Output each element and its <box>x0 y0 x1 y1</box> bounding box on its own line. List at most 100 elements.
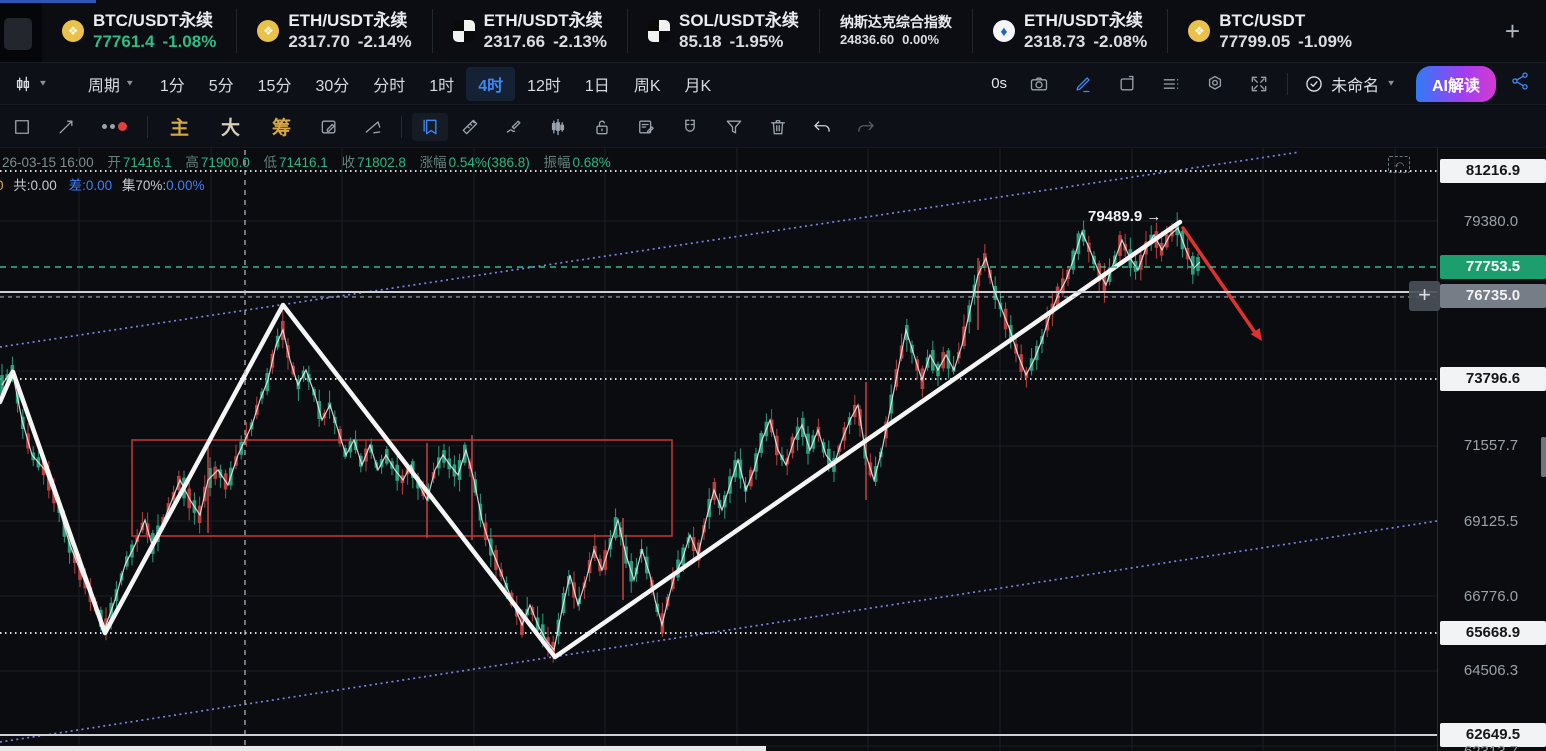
crosshair-plus-button[interactable]: + <box>1409 281 1440 311</box>
period-label: 周期 <box>88 72 120 96</box>
undo-icon[interactable] <box>800 117 844 137</box>
new-pane-icon[interactable] <box>1105 74 1149 94</box>
share-icon[interactable] <box>1506 71 1546 96</box>
add-ticker-button[interactable]: + <box>1493 16 1546 47</box>
chevron-down-icon: ▼ <box>1386 79 1396 88</box>
note-edit-icon[interactable] <box>624 117 668 137</box>
axis-label-71557.7: 71557.7 <box>1438 434 1544 458</box>
big-chart-tab[interactable]: 大 <box>205 113 256 140</box>
ticker-change: -1.09% <box>1298 32 1352 51</box>
ticker-price: 2318.73 <box>1024 32 1085 51</box>
fullscreen-icon[interactable] <box>1237 74 1281 94</box>
ticker-change: 0.00% <box>902 32 939 47</box>
redo-icon[interactable] <box>844 117 888 137</box>
open-value: 71416.1 <box>123 155 172 170</box>
ticker-price: 2317.70 <box>288 32 349 51</box>
period-dropdown[interactable]: 周期 ▼ <box>75 72 148 96</box>
bookmark-icon[interactable] <box>412 113 448 141</box>
brush-tool-icon[interactable] <box>88 122 141 131</box>
ticker-name: ETH/USDT永续 <box>288 10 411 31</box>
okx-icon <box>453 20 475 42</box>
trash-icon[interactable] <box>756 117 800 137</box>
settings-gear-icon[interactable] <box>1193 74 1237 94</box>
ticker-change: -2.08% <box>1093 32 1147 51</box>
candle-countdown: 0s <box>981 75 1017 92</box>
candle-pattern-icon[interactable] <box>536 117 580 137</box>
ticker-name: 纳斯达克综合指数 <box>840 14 952 32</box>
rectangle-tool-icon[interactable] <box>0 117 44 137</box>
cursor-cross-icon[interactable] <box>351 117 395 137</box>
timeframe-周K[interactable]: 周K <box>622 67 673 101</box>
timeframe-1分[interactable]: 1分 <box>148 67 197 101</box>
chart-toolbar: ▼ 周期 ▼ 1分5分15分30分分时1时4时12时1日周K月K 0s 未命名 … <box>0 62 1546 105</box>
ticker-price: 77761.4 <box>93 32 154 51</box>
layout-name: 未命名 <box>1331 72 1379 96</box>
ticker-item[interactable]: ETH/USDT永续2317.66-2.13% <box>432 9 627 53</box>
timeframe-4时[interactable]: 4时 <box>466 67 515 101</box>
peak-price-annotation: 79489.9 → <box>1088 208 1161 225</box>
indicator-list-icon[interactable] <box>1149 74 1193 94</box>
ticker-item[interactable]: ❖BTC/USDT77799.05-1.09% <box>1167 9 1372 53</box>
timeframe-15分[interactable]: 15分 <box>246 67 304 101</box>
binance-coin-icon: ❖ <box>1188 20 1210 42</box>
trendline-tool-icon[interactable] <box>44 117 88 137</box>
ticker-price: 24836.60 <box>840 32 894 47</box>
edit-square-icon[interactable] <box>307 117 351 137</box>
ticker-name: ETH/USDT永续 <box>484 10 607 31</box>
timeframe-12时[interactable]: 12时 <box>515 67 573 101</box>
huobi-icon: ♦ <box>993 20 1015 42</box>
camera-icon[interactable] <box>1017 74 1061 94</box>
ticker-list: ❖BTC/USDT永续77761.4-1.08%❖ETH/USDT永续2317.… <box>42 0 1493 62</box>
timeframe-list: 1分5分15分30分分时1时4时12时1日周K月K <box>148 62 723 105</box>
ticker-price: 85.18 <box>679 32 722 51</box>
close-value: 71802.8 <box>357 155 406 170</box>
high-value: 71900.0 <box>201 155 250 170</box>
red-dot <box>118 122 127 131</box>
timeframe-30分[interactable]: 30分 <box>303 67 361 101</box>
timeframe-月K[interactable]: 月K <box>673 67 724 101</box>
lock-open-icon[interactable] <box>580 117 624 137</box>
ticker-change: -2.13% <box>553 32 607 51</box>
candlestick-chart <box>0 148 1546 751</box>
draw-pencil-icon[interactable] <box>1061 74 1105 94</box>
axis-scrollbar[interactable] <box>1541 437 1546 477</box>
binance-coin-icon: ❖ <box>62 20 84 42</box>
divider <box>401 116 402 138</box>
chart-area[interactable]: 26-03-15 16:00 开71416.1 高71900.0 低71416.… <box>0 148 1546 751</box>
restore-view-icon[interactable]: ⤺ <box>1388 156 1410 173</box>
ticker-item[interactable]: SOL/USDT永续85.18-1.95% <box>627 9 819 53</box>
volume-readout: 0 共:0.00 差:0.00 集70%:0.00% <box>0 174 204 194</box>
timeframe-分时[interactable]: 分时 <box>361 67 417 101</box>
ticker-item[interactable]: ❖ETH/USDT永续2317.70-2.14% <box>236 9 431 53</box>
chart-type-selector[interactable]: ▼ <box>0 74 61 94</box>
ticker-change: -1.95% <box>730 32 784 51</box>
sidebar-sliver <box>0 0 42 62</box>
filter-funnel-icon[interactable] <box>712 117 756 137</box>
ticker-change: -2.14% <box>358 32 412 51</box>
timeframe-1时[interactable]: 1时 <box>417 67 466 101</box>
timeframe-1日[interactable]: 1日 <box>573 67 622 101</box>
divider <box>147 116 148 138</box>
price-axis[interactable]: 81216.979380.077753.576735.073796.671557… <box>1437 148 1546 751</box>
chips-tab[interactable]: 筹 <box>256 113 307 140</box>
sidebar-button[interactable] <box>4 18 32 50</box>
ticker-item[interactable]: 纳斯达克综合指数24836.60 0.00% <box>819 9 972 53</box>
ai-analysis-button[interactable]: AI解读 <box>1416 66 1496 102</box>
ruler-icon[interactable] <box>448 117 492 137</box>
ticker-name: BTC/USDT <box>1219 10 1352 31</box>
magnet-icon[interactable] <box>668 117 712 137</box>
axis-label-65668.9: 65668.9 <box>1440 621 1546 645</box>
candle-datetime: 26-03-15 16:00 <box>2 155 94 170</box>
ticker-item[interactable]: ❖BTC/USDT永续77761.4-1.08% <box>42 9 236 53</box>
ticker-bar: ❖BTC/USDT永续77761.4-1.08%❖ETH/USDT永续2317.… <box>0 0 1546 62</box>
axis-label-66776.0: 66776.0 <box>1438 585 1544 609</box>
signature-icon[interactable] <box>492 117 536 137</box>
amplitude-value: 0.68% <box>572 155 610 170</box>
top-edge-accent <box>0 0 96 3</box>
timeframe-5分[interactable]: 5分 <box>197 67 246 101</box>
cloud-check-icon <box>1304 74 1324 94</box>
ticker-item[interactable]: ♦ETH/USDT永续2318.73-2.08% <box>972 9 1167 53</box>
drawing-toolbar: 主 大 筹 <box>0 106 1546 148</box>
main-chart-tab[interactable]: 主 <box>154 113 205 140</box>
layout-save-dropdown[interactable]: 未命名 ▼ <box>1294 72 1406 96</box>
